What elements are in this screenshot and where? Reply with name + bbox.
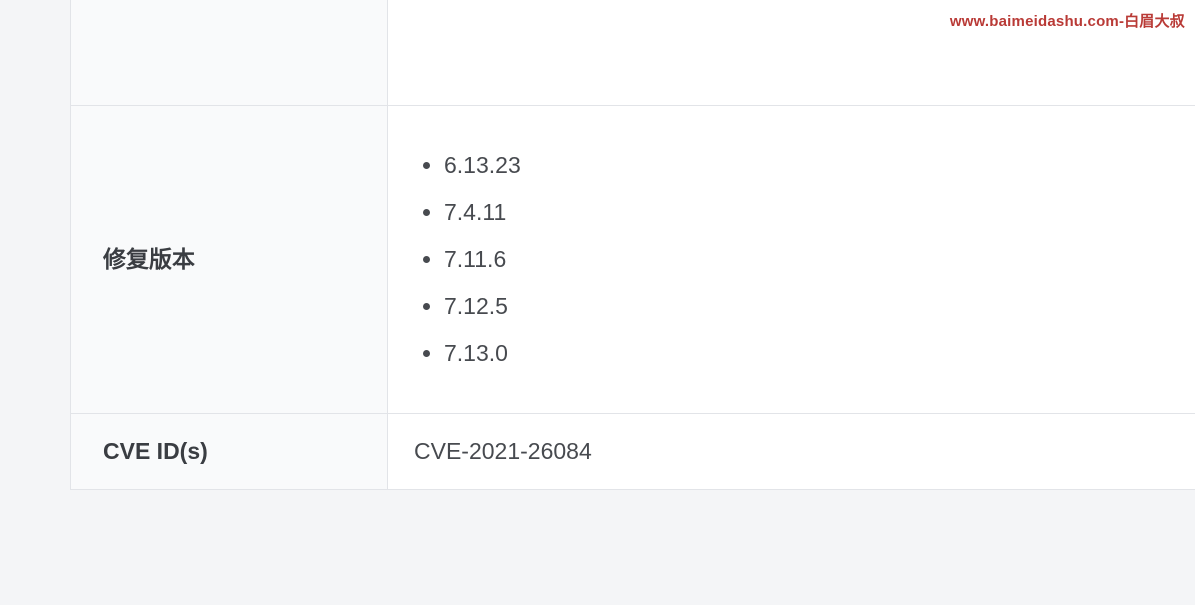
cve-id-value: CVE-2021-26084 bbox=[388, 414, 1195, 490]
affected-prefix: All 7.12.x versions bbox=[444, 0, 637, 5]
list-item: 7.13.0 bbox=[444, 330, 1179, 377]
affected-bold: before bbox=[637, 0, 707, 5]
fixed-versions-list: 6.13.23 7.4.11 7.11.6 7.12.5 7.13.0 bbox=[444, 142, 1179, 377]
list-item: 7.12.5 bbox=[444, 283, 1179, 330]
list-item: 7.11.6 bbox=[444, 236, 1179, 283]
table-row: CVE ID(s) CVE-2021-26084 bbox=[71, 414, 1195, 490]
list-item: 7.4.11 bbox=[444, 189, 1179, 236]
table-row: 修复版本 6.13.23 7.4.11 7.11.6 7.12.5 7.13.0 bbox=[71, 106, 1195, 414]
watermark-domain: www.baimeidashu.com bbox=[950, 13, 1119, 30]
cve-id-label: CVE ID(s) bbox=[71, 414, 388, 490]
list-item: 6.13.23 bbox=[444, 142, 1179, 189]
vuln-table: All 7.12.x versions before 7.12.5 修复版本 6… bbox=[70, 0, 1195, 490]
page-root: www.baimeidashu.com-白眉大叔 All 7.12.x vers… bbox=[0, 0, 1195, 605]
fixed-versions-value: 6.13.23 7.4.11 7.11.6 7.12.5 7.13.0 bbox=[388, 106, 1195, 414]
fixed-versions-label: 修复版本 bbox=[71, 106, 388, 414]
content-card: All 7.12.x versions before 7.12.5 修复版本 6… bbox=[70, 0, 1195, 490]
watermark-name: 白眉大叔 bbox=[1124, 13, 1185, 30]
affected-versions-label bbox=[71, 0, 388, 106]
affected-suffix: 7.12.5 bbox=[707, 0, 777, 5]
watermark: www.baimeidashu.com-白眉大叔 bbox=[950, 10, 1185, 31]
